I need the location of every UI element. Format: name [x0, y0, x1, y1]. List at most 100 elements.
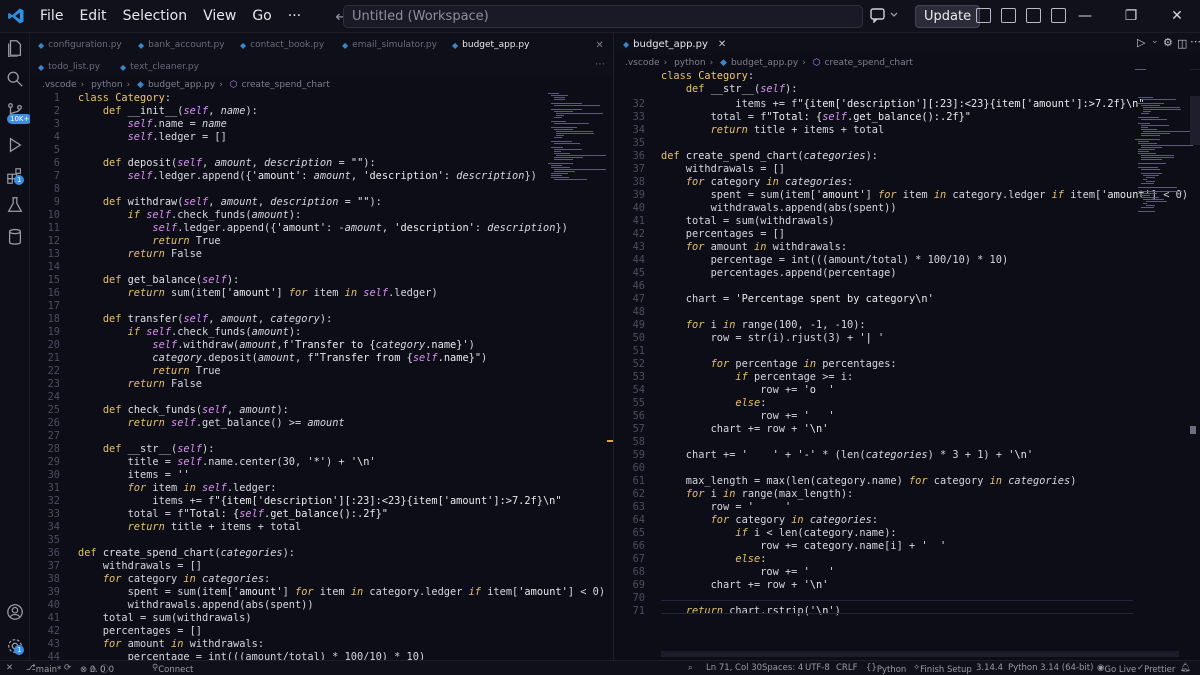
code-line[interactable]: 30 items = '' [30, 469, 613, 482]
tab-bank-account[interactable]: ◆ bank_account.py [138, 35, 225, 55]
tab-todo-list[interactable]: ◆ todo_list.py [38, 57, 100, 77]
code-line[interactable]: 46 [615, 280, 1200, 293]
code-line[interactable]: 62 for i in range(max_length): [615, 488, 1200, 501]
menu-go[interactable]: Go [244, 0, 279, 33]
code-line[interactable]: 19 if self.check_funds(amount): [30, 326, 613, 339]
code-line[interactable]: 17 [30, 300, 613, 313]
code-line[interactable]: 69 chart += row + '\n' [615, 579, 1200, 592]
code-line[interactable]: 40 withdrawals.append(abs(spent)) [30, 599, 613, 612]
testing-flask-icon[interactable] [5, 195, 25, 215]
connect-status[interactable]: ⚲ Connect [152, 663, 193, 675]
code-line[interactable]: 59 chart += ' ' + '-' * (len(categories)… [615, 449, 1200, 462]
code-line[interactable]: 20 self.withdraw(amount,f'Transfer to {c… [30, 339, 613, 352]
code-line[interactable]: 18 def transfer(self, amount, category): [30, 313, 613, 326]
code-line[interactable]: 22 return True [30, 365, 613, 378]
database-icon[interactable] [5, 227, 25, 247]
minimap-left[interactable] [548, 93, 608, 203]
code-line[interactable]: 49 for i in range(100, -1, -10): [615, 319, 1200, 332]
code-line[interactable]: 31 for item in self.ledger: [30, 482, 613, 495]
split-editor-icon[interactable]: ◫ [1177, 37, 1187, 50]
run-file-icon[interactable]: ▷ [1137, 36, 1145, 49]
code-line[interactable]: 43 for amount in withdrawals: [30, 638, 613, 651]
code-line[interactable]: 36 def create_spend_chart(categories): [30, 547, 613, 560]
code-line[interactable]: 25 def check_funds(self, amount): [30, 404, 613, 417]
tab-budget-app-right[interactable]: ◆ budget_app.py ✕ [623, 34, 726, 54]
run-debug-icon[interactable] [5, 135, 25, 155]
code-line[interactable]: 13 return False [30, 248, 613, 261]
code-line[interactable]: 41 total = sum(withdrawals) [615, 215, 1200, 228]
code-line[interactable]: 11 self.ledger.append({'amount': -amount… [30, 222, 613, 235]
python-version[interactable]: 3.14.4 [976, 663, 1003, 673]
code-line[interactable]: 26 return self.get_balance() >= amount [30, 417, 613, 430]
notifications-bell-icon[interactable]: 🔔︎ [1180, 663, 1191, 673]
code-line[interactable]: 50 row = str(i).rjust(3) + '| ' [615, 332, 1200, 345]
code-line[interactable]: 35 [615, 137, 1200, 150]
code-line[interactable]: 32 items += f"{item['description'][:23]:… [30, 495, 613, 508]
code-line[interactable]: 63 row = ' ' [615, 501, 1200, 514]
breadcrumb-item[interactable]: python [674, 58, 705, 68]
code-line[interactable]: 47 chart = 'Percentage spent by category… [615, 293, 1200, 306]
breadcrumb-item[interactable]: .vscode [625, 58, 660, 68]
breadcrumb-item[interactable]: create_spend_chart [242, 80, 330, 90]
branch-status[interactable]: ⎇ main* [26, 663, 61, 675]
code-line[interactable]: 3 self.name = name [30, 118, 613, 131]
code-line[interactable]: 9 def withdraw(self, amount, description… [30, 196, 613, 209]
code-line[interactable]: 43 for amount in withdrawals: [615, 241, 1200, 254]
code-line[interactable]: 35 [30, 534, 613, 547]
code-line[interactable]: 37 withdrawals = [] [30, 560, 613, 573]
code-line[interactable]: 42 percentages = [] [30, 625, 613, 638]
code-line[interactable]: 2 def __init__(self, name): [30, 105, 613, 118]
code-line[interactable]: 66 row += category.name[i] + ' ' [615, 540, 1200, 553]
tab-overflow-icon[interactable]: ⋯ [595, 59, 605, 70]
code-line[interactable]: 40 withdrawals.append(abs(spent)) [615, 202, 1200, 215]
toggle-panel-icon[interactable] [1026, 8, 1041, 23]
explorer-icon[interactable] [5, 38, 25, 58]
update-button[interactable]: Update [915, 5, 981, 28]
code-line[interactable]: 23 return False [30, 378, 613, 391]
code-line[interactable]: 44 percentage = int(((amount/total) * 10… [615, 254, 1200, 267]
code-line[interactable]: 37 withdrawals = [] [615, 163, 1200, 176]
line-ending[interactable]: CRLF [836, 663, 857, 673]
tab-close-icon[interactable]: ✕ [718, 39, 726, 50]
code-line[interactable]: 36 def create_spend_chart(categories): [615, 150, 1200, 163]
sync-icon[interactable]: ⟳ [64, 663, 71, 673]
code-line[interactable]: 54 row += 'o ' [615, 384, 1200, 397]
tab-text-cleaner[interactable]: ◆ text_cleaner.py [120, 57, 199, 77]
remote-indicator-icon[interactable]: ✕ [6, 663, 13, 673]
code-line[interactable]: 55 else: [615, 397, 1200, 410]
code-line[interactable]: 5 [30, 144, 613, 157]
code-line[interactable]: 34 return title + items + total [30, 521, 613, 534]
menu-selection[interactable]: Selection [115, 0, 196, 33]
menu-file[interactable]: File [32, 0, 71, 33]
tab-email-simulator[interactable]: ◆ email_simulator.py [342, 35, 437, 55]
code-line[interactable]: 32 items += f"{item['description'][:23]:… [615, 98, 1200, 111]
breadcrumb-item[interactable]: create_spend_chart [825, 58, 913, 68]
open-changes-icon[interactable]: ⚙ [1163, 36, 1173, 49]
sticky-scroll[interactable]: class Category: def __str__(self): [615, 70, 1200, 96]
accounts-icon[interactable] [5, 602, 25, 622]
tab-contact-book[interactable]: ◆ contact_book.py [240, 35, 324, 55]
search-icon[interactable] [5, 69, 25, 89]
zoom-icon[interactable]: ⌕ [688, 663, 693, 673]
code-line[interactable]: 34 return title + items + total [615, 124, 1200, 137]
customize-layout-icon[interactable] [976, 8, 991, 23]
code-line[interactable]: 38 for category in categories: [615, 176, 1200, 189]
cursor-position[interactable]: Ln 71, Col 30 [706, 663, 762, 673]
code-line[interactable]: 64 for category in categories: [615, 514, 1200, 527]
go-live[interactable]: ◉ Go Live [1097, 663, 1136, 675]
code-line[interactable]: 61 max_length = max(len(category.name) f… [615, 475, 1200, 488]
breadcrumb-item[interactable]: python [91, 80, 122, 90]
menu-view[interactable]: View [195, 0, 244, 33]
code-line[interactable]: 27 [30, 430, 613, 443]
horizontal-scrollbar[interactable] [661, 651, 1179, 657]
tab-configuration[interactable]: ◆ configuration.py [38, 35, 122, 55]
tab-budget-app-left[interactable]: ◆ budget_app.py ✕ [452, 35, 604, 55]
run-dropdown-icon[interactable]: ⌄ [1151, 36, 1159, 46]
breadcrumb-item[interactable]: .vscode [42, 80, 77, 90]
code-line[interactable]: 52 for percentage in percentages: [615, 358, 1200, 371]
code-line[interactable]: 10 if self.check_funds(amount): [30, 209, 613, 222]
command-center-search[interactable]: Untitled (Workspace) [343, 5, 863, 28]
close-window-icon[interactable]: ✕ [1154, 0, 1200, 33]
code-line[interactable]: 57 chart += row + '\n' [615, 423, 1200, 436]
code-line[interactable]: 38 for category in categories: [30, 573, 613, 586]
